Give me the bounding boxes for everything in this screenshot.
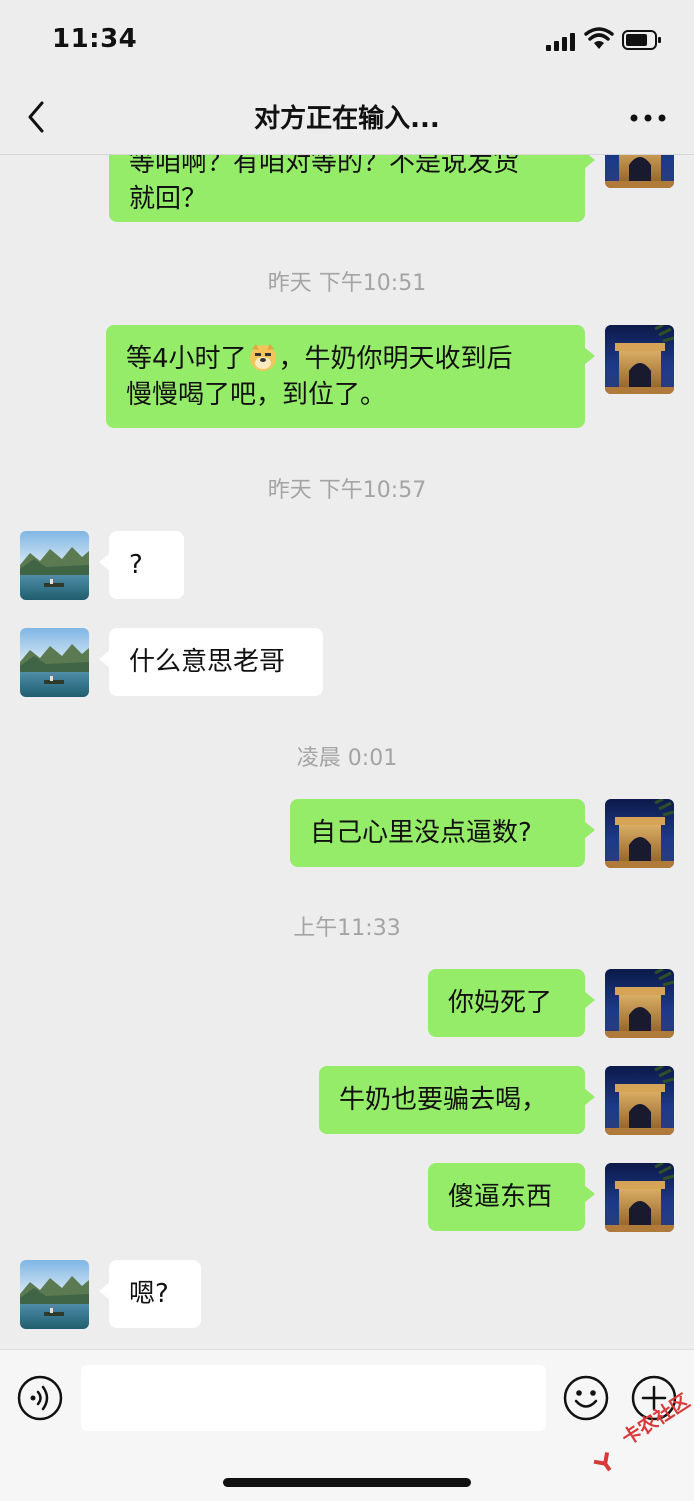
timestamp: 上午11:33 xyxy=(293,916,401,941)
contact-avatar[interactable] xyxy=(20,1260,89,1329)
message-bubble-sent[interactable]: 等咱啊？有咱对等的？不是说发货 就回？ xyxy=(109,155,595,222)
voice-input-icon[interactable] xyxy=(16,1374,64,1422)
message-text: 慢慢喝了吧，到位了。 xyxy=(126,380,387,410)
my-avatar[interactable] xyxy=(605,155,674,188)
doge-emoji-icon xyxy=(249,344,276,371)
my-avatar[interactable] xyxy=(605,1163,674,1232)
chat-header: 对方正在输入... xyxy=(0,80,694,155)
message-bubble-received[interactable]: ? xyxy=(99,531,184,599)
message-text: 自己心里没点逼数? xyxy=(310,818,532,848)
message-bubble-received[interactable]: 什么意思老哥 xyxy=(99,628,323,696)
message-bubble-sent[interactable]: 自己心里没点逼数? xyxy=(290,799,595,867)
wifi-icon xyxy=(584,27,614,49)
chat-title: 对方正在输入... xyxy=(254,104,440,134)
contact-avatar[interactable] xyxy=(20,628,89,697)
battery-icon xyxy=(622,30,661,50)
contact-avatar[interactable] xyxy=(20,531,89,600)
message-bubble-sent[interactable]: 你妈死了 xyxy=(428,969,595,1037)
timestamp: 昨天 下午10:51 xyxy=(267,271,427,296)
message-text: 你妈死了 xyxy=(448,988,553,1018)
message-text: 就回？ xyxy=(129,184,208,214)
timestamp: 凌晨 0:01 xyxy=(296,746,398,771)
message-text: 嗯? xyxy=(129,1279,169,1309)
my-avatar[interactable] xyxy=(605,799,674,868)
message-bubble-sent[interactable]: 傻逼东西 xyxy=(428,1163,595,1231)
clock: 11:34 xyxy=(52,24,138,54)
status-bar: 11:34 xyxy=(0,0,694,80)
cellular-signal-icon xyxy=(546,33,576,51)
message-text: 傻逼东西 xyxy=(448,1182,553,1212)
message-list[interactable]: 等咱啊？有咱对等的？不是说发货 就回？ 昨天 下午10:51 等4小时了 ，牛奶你… xyxy=(0,155,694,1349)
home-indicator xyxy=(223,1478,471,1487)
message-text: 等4小时了 xyxy=(126,344,247,374)
more-options-icon[interactable] xyxy=(628,108,668,128)
message-bubble-sent[interactable]: 等4小时了 ，牛奶你明天收到后 慢慢喝了吧，到位了。 xyxy=(106,325,595,428)
message-text: ? xyxy=(129,550,143,580)
message-text: 牛奶也要骗去喝， xyxy=(339,1085,548,1115)
my-avatar[interactable] xyxy=(605,325,674,394)
message-text: 等咱啊？有咱对等的？不是说发货 xyxy=(129,155,520,178)
message-text: 什么意思老哥 xyxy=(129,647,286,677)
input-bar xyxy=(0,1349,694,1501)
my-avatar[interactable] xyxy=(605,969,674,1038)
my-avatar[interactable] xyxy=(605,1066,674,1135)
message-input[interactable] xyxy=(81,1365,546,1431)
message-bubble-sent[interactable]: 牛奶也要骗去喝， xyxy=(319,1066,595,1134)
timestamp: 昨天 下午10:57 xyxy=(267,478,427,503)
message-text: ，牛奶你明天收到后 xyxy=(278,344,513,374)
message-bubble-received[interactable]: 嗯? xyxy=(99,1260,201,1328)
